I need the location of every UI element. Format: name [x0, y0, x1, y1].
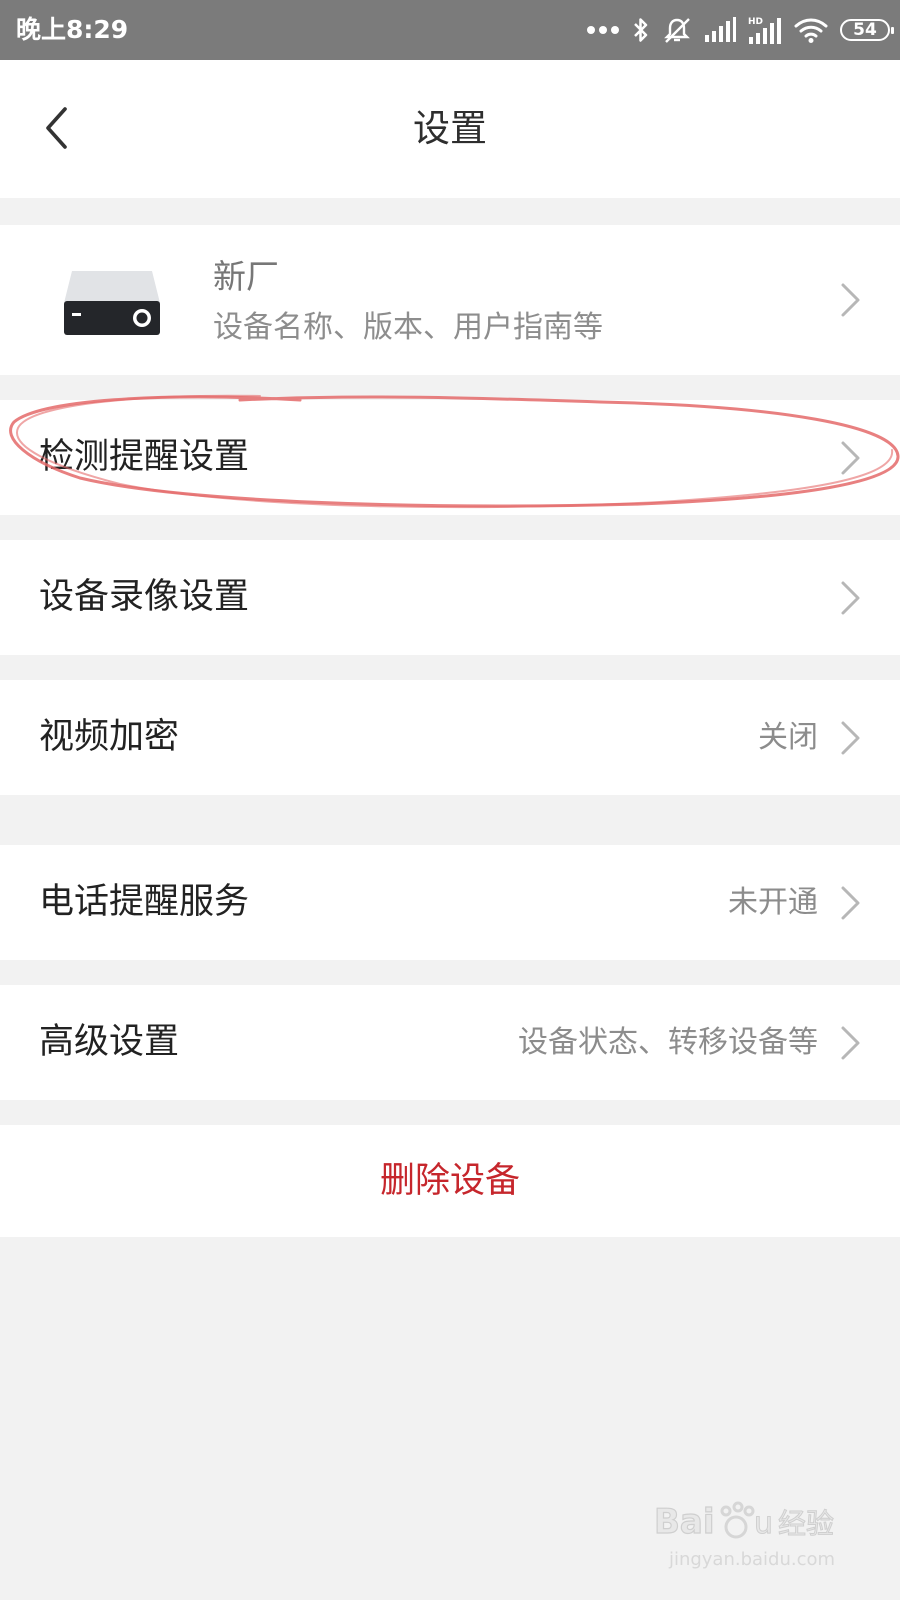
device-description: 设备名称、版本、用户指南等	[213, 310, 603, 345]
baidu-jingyan-watermark: Bai u 经验 jingyan.baidu.com	[652, 1497, 852, 1577]
detection-alert-settings-row[interactable]: 检测提醒设置	[0, 400, 900, 515]
chevron-right-icon	[841, 886, 860, 920]
nvr-device-icon	[64, 271, 160, 335]
status-icons: HD 54	[586, 12, 894, 48]
svg-text:Bai: Bai	[654, 1502, 715, 1542]
row-label: 设备录像设置	[39, 577, 250, 617]
phone-alert-service-row[interactable]: 电话提醒服务 未开通	[0, 845, 900, 960]
chevron-right-icon	[841, 581, 860, 615]
status-bar: 晚上8:29 HD 54	[0, 0, 900, 60]
svg-text:HD: HD	[748, 17, 763, 27]
chevron-right-icon	[841, 721, 860, 755]
mute-icon	[662, 15, 692, 45]
chevron-right-icon	[841, 1026, 860, 1060]
row-label: 高级设置	[39, 1022, 180, 1062]
baidu-jingyan-logo: Bai u 经验	[653, 1501, 834, 1542]
hd-signal-icon: HD	[748, 15, 782, 45]
row-label: 视频加密	[39, 717, 180, 757]
row-value: 设备状态、转移设备等	[518, 1025, 818, 1060]
row-value: 未开通	[728, 885, 818, 920]
svg-text:经验: 经验	[778, 1507, 834, 1540]
wifi-icon	[794, 16, 828, 44]
battery-level: 54	[853, 19, 877, 40]
watermark-url: jingyan.baidu.com	[668, 1549, 836, 1570]
row-label: 电话提醒服务	[39, 882, 250, 922]
signal-icon	[704, 17, 736, 43]
recording-settings-row[interactable]: 设备录像设置	[0, 540, 900, 655]
chevron-right-icon	[841, 283, 860, 317]
page-title: 设置	[413, 107, 487, 150]
more-dots-icon	[586, 25, 620, 35]
svg-text:u: u	[754, 1506, 773, 1541]
advanced-settings-row[interactable]: 高级设置 设备状态、转移设备等	[0, 985, 900, 1100]
battery-icon: 54	[840, 19, 894, 41]
delete-device-button[interactable]: 删除设备	[0, 1125, 900, 1237]
bluetooth-icon	[632, 16, 650, 44]
row-value: 关闭	[758, 720, 818, 755]
delete-device-label: 删除设备	[379, 1161, 520, 1201]
header: 设置	[0, 60, 900, 198]
status-time: 晚上8:29	[16, 15, 129, 44]
chevron-right-icon	[841, 441, 860, 475]
video-encryption-row[interactable]: 视频加密 关闭	[0, 680, 900, 795]
row-label: 检测提醒设置	[39, 437, 250, 477]
device-info-row[interactable]: 新厂 设备名称、版本、用户指南等	[0, 225, 900, 375]
device-name: 新厂	[213, 257, 279, 296]
